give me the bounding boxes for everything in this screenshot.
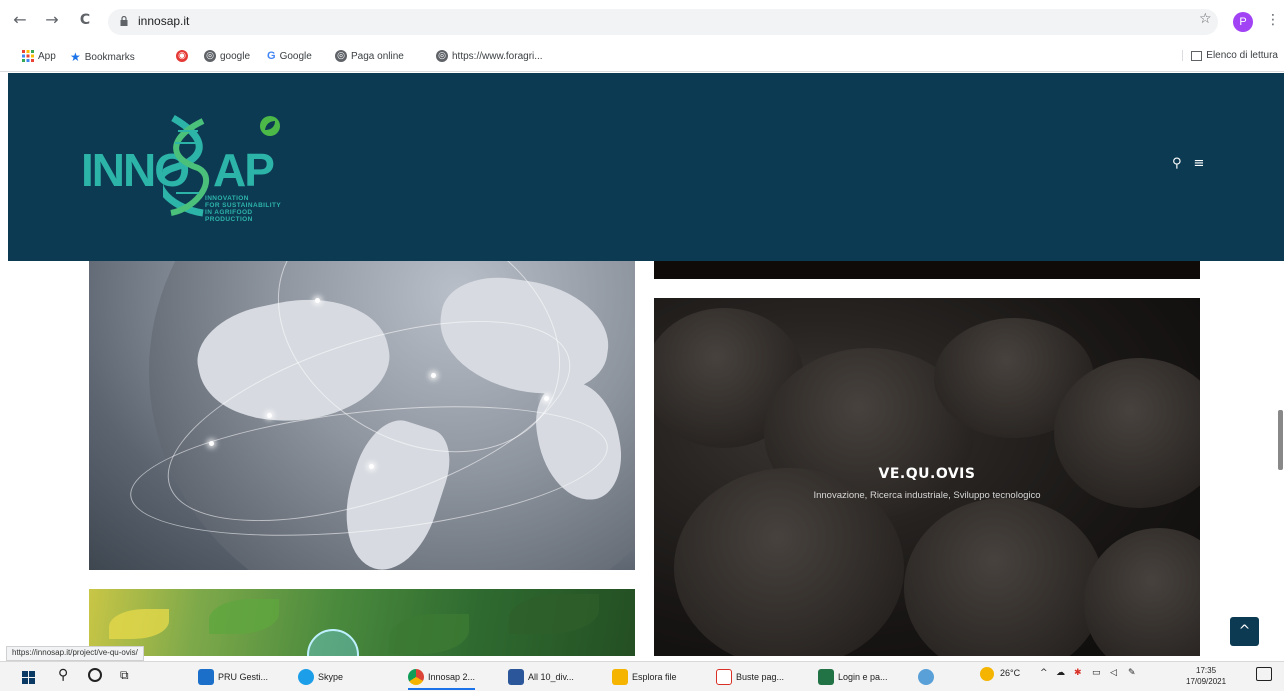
reading-list-button[interactable]: Elenco di lettura	[1182, 50, 1278, 61]
project-card-vequovis[interactable]: VE.QU.OVIS Innovazione, Ricerca industri…	[654, 298, 1200, 656]
hamburger-menu-icon[interactable]: ≡	[1194, 156, 1205, 171]
taskbar-item-pdf[interactable]: Buste pag...	[716, 669, 784, 685]
tray-chevron-icon[interactable]: ^	[1040, 668, 1048, 678]
taskbar-item-chrome[interactable]: Innosap 2...	[408, 669, 476, 690]
search-icon[interactable]: ⚲	[58, 667, 68, 683]
taskbar-item-label: Buste pag...	[736, 672, 785, 682]
clock-date: 17/09/2021	[1186, 677, 1227, 686]
taskbar-item-excel[interactable]: Login e pa...	[818, 669, 888, 685]
folder-icon	[612, 669, 628, 685]
bookmark-label: google	[220, 50, 251, 62]
forward-button[interactable]: →	[42, 10, 62, 30]
logo-tagline: INNOVATION FOR SUSTAINABILITY IN AGRIFOO…	[205, 195, 282, 223]
app-icon	[918, 669, 934, 685]
bookmark-star-icon[interactable]: ☆	[1199, 11, 1212, 27]
lock-icon	[120, 16, 128, 26]
taskbar-item-label: PRU Gesti...	[218, 672, 269, 682]
red-circle-icon: ◉	[176, 50, 188, 62]
bookmark-foragri[interactable]: ◎ https://www.foragri...	[436, 50, 543, 62]
clock-time: 17:35	[1196, 666, 1217, 675]
search-icon[interactable]: ⚲	[1172, 156, 1182, 171]
taskbar-item-explorer[interactable]: Esplora file	[612, 669, 677, 685]
bookmark-bookmarks[interactable]: ★ Bookmarks	[70, 50, 135, 64]
pen-icon[interactable]: ✎	[1128, 668, 1136, 678]
taskbar-item-app[interactable]	[918, 669, 934, 685]
page-scrollbar[interactable]	[1278, 410, 1283, 470]
pdf-icon	[716, 669, 732, 685]
reload-button[interactable]: C	[75, 10, 95, 30]
bookmark-label: Google	[279, 50, 312, 62]
back-button[interactable]: ←	[10, 10, 30, 30]
bookmark-apps[interactable]: App	[22, 50, 56, 62]
clock[interactable]: 17:35 17/09/2021	[1186, 665, 1226, 687]
browser-toolbar: ← → C innosap.it ☆ P ⋮	[0, 0, 1284, 42]
windows-start-icon[interactable]	[22, 671, 35, 684]
cortana-icon[interactable]	[88, 668, 102, 682]
status-url-tooltip: https://innosap.it/project/ve-qu-ovis/	[6, 646, 144, 661]
reading-list-icon	[1191, 50, 1203, 61]
project-card-top-right[interactable]	[654, 261, 1200, 279]
task-view-icon[interactable]: ⧉	[120, 668, 129, 683]
taskbar-item-label: Innosap 2...	[428, 672, 476, 682]
projects-grid: VE.QU.OVIS Innovazione, Ricerca industri…	[0, 261, 1284, 656]
cloud-icon[interactable]: ☁	[1056, 668, 1065, 678]
taskbar-item-skype[interactable]: Skype	[298, 669, 343, 685]
project-title: VE.QU.OVIS	[878, 466, 976, 482]
globe-icon: ◎	[335, 50, 347, 62]
bookmark-label: https://www.foragri...	[452, 50, 543, 62]
chrome-icon	[408, 669, 424, 685]
star-icon: ★	[70, 50, 81, 64]
plant-scan-icon	[307, 629, 359, 656]
profile-avatar[interactable]: P	[1233, 12, 1253, 32]
logo-text-right: AP	[213, 144, 275, 196]
site-header: INNO AP INNOVATION FOR SUSTAINABILITY IN…	[8, 73, 1284, 261]
innosap-logo[interactable]: INNO AP INNOVATION FOR SUSTAINABILITY IN…	[81, 110, 331, 230]
taskbar-item-word[interactable]: All 10_div...	[508, 669, 574, 685]
app-icon	[198, 669, 214, 685]
globe-icon: ◎	[436, 50, 448, 62]
google-g-icon: G	[267, 50, 276, 62]
browser-menu-icon[interactable]: ⋮	[1266, 12, 1280, 28]
bookmark-google[interactable]: G Google	[267, 50, 312, 62]
bookmark-label: Paga online	[351, 50, 404, 62]
leaf-icon	[260, 116, 280, 136]
battery-icon[interactable]: ▭	[1092, 668, 1101, 678]
word-icon	[508, 669, 524, 685]
volume-icon[interactable]: ◁	[1110, 668, 1117, 678]
url-text: innosap.it	[138, 14, 190, 28]
bookmark-label: Bookmarks	[84, 51, 135, 63]
address-bar[interactable]: innosap.it	[108, 9, 1218, 35]
project-card-globe[interactable]	[89, 261, 635, 570]
bookmark-red[interactable]: ◉	[176, 50, 188, 62]
globe-icon: ◎	[204, 50, 216, 62]
taskbar-item-label: All 10_div...	[528, 672, 574, 682]
skype-icon	[298, 669, 314, 685]
bookmarks-bar: App ★ Bookmarks ◉ ◎ google G Google ◎ Pa…	[0, 42, 1284, 72]
taskbar-item-pru[interactable]: PRU Gesti...	[198, 669, 268, 685]
taskbar-item-label: Login e pa...	[838, 672, 888, 682]
project-card-plants[interactable]	[89, 589, 635, 656]
weather-icon[interactable]	[980, 667, 994, 681]
project-categories: Innovazione, Ricerca industriale, Svilup…	[813, 490, 1041, 501]
app-tray-icon[interactable]: ✱	[1074, 668, 1082, 678]
notifications-icon[interactable]	[1256, 667, 1272, 681]
excel-icon	[818, 669, 834, 685]
back-to-top-button[interactable]: ^	[1230, 617, 1259, 646]
bookmark-label: App	[38, 50, 56, 62]
bookmark-paga-online[interactable]: ◎ Paga online	[335, 50, 404, 62]
taskbar-item-label: Skype	[318, 672, 344, 682]
taskbar-item-label: Esplora file	[632, 672, 677, 682]
temperature-label: 26°C	[1000, 668, 1021, 678]
header-icons: ⚲ ≡	[1172, 156, 1204, 171]
reading-list-label: Elenco di lettura	[1206, 50, 1278, 61]
apps-grid-icon	[22, 50, 34, 62]
windows-taskbar: ⚲ ⧉ PRU Gesti... Skype Innosap 2... All …	[0, 661, 1284, 691]
bookmark-google-lower[interactable]: ◎ google	[204, 50, 250, 62]
